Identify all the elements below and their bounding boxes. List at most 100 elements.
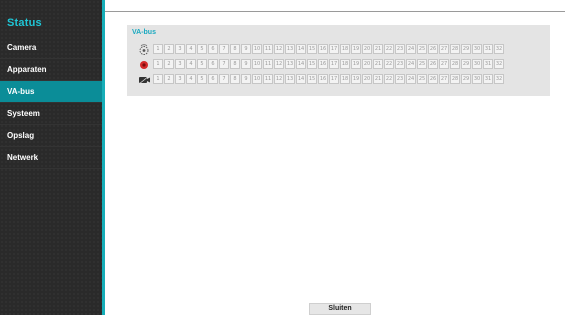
channel-cell: 15 [307, 74, 317, 84]
channel-cell: 27 [439, 74, 449, 84]
channel-cell: 20 [362, 59, 372, 69]
sidebar-item-camera[interactable]: Camera [0, 37, 102, 59]
channel-cell: 10 [252, 59, 262, 69]
channel-cell: 23 [395, 74, 405, 84]
panel-title: VA-bus [132, 29, 156, 36]
channel-cell: 32 [494, 74, 504, 84]
channel-cell: 24 [406, 44, 416, 54]
channel-cell: 23 [395, 59, 405, 69]
channel-cell: 14 [296, 44, 306, 54]
channel-cell: 13 [285, 44, 295, 54]
sidebar-item-systeem[interactable]: Systeem [0, 103, 102, 125]
channel-cell: 20 [362, 44, 372, 54]
channel-row-alarm: 1 2 3 4 5 6 7 8 9 10 11 12 13 14 15 16 17 18 19 20 21 22 23 24 2… [137, 58, 505, 70]
channel-cell: 25 [417, 74, 427, 84]
channel-cell: 7 [219, 59, 229, 69]
sidebar: Status Camera Apparaten VA-bus Systeem O… [0, 0, 105, 315]
channel-cell: 11 [263, 74, 273, 84]
channel-cell: 3 [175, 74, 185, 84]
channel-cell: 28 [450, 44, 460, 54]
channel-cell: 6 [208, 44, 218, 54]
channel-cell: 22 [384, 59, 394, 69]
channel-cell: 12 [274, 44, 284, 54]
channel-cell: 25 [417, 44, 427, 54]
sidebar-item-opslag[interactable]: Opslag [0, 125, 102, 147]
channel-cell: 4 [186, 44, 196, 54]
channel-cell: 15 [307, 44, 317, 54]
channel-cell: 12 [274, 59, 284, 69]
channel-cell: 20 [362, 74, 372, 84]
channel-cell: 9 [241, 59, 251, 69]
channel-cells: 1 2 3 4 5 6 7 8 9 10 11 12 13 14 15 16 17 18 19 20 21 22 23 24 2… [153, 44, 505, 54]
channel-cell: 3 [175, 59, 185, 69]
channel-cell: 2 [164, 59, 174, 69]
channel-row-motion: 1 2 3 4 5 6 7 8 9 10 11 12 13 14 15 16 17 18 19 20 21 22 23 24 2… [137, 43, 505, 55]
channel-cell: 9 [241, 74, 251, 84]
channel-cell: 18 [340, 59, 350, 69]
channel-cell: 1 [153, 44, 163, 54]
channel-cell: 23 [395, 44, 405, 54]
channel-cell: 15 [307, 59, 317, 69]
va-bus-panel: VA-bus 1 2 3 4 5 6 7 8 9 10 11 12 13 14 15 16 17 18 19 20 21… [127, 25, 550, 96]
channel-row-video-loss: 1 2 3 4 5 6 7 8 9 10 11 12 13 14 15 16 17 18 19 20 21 22 23 24 2… [137, 73, 505, 85]
channel-cell: 29 [461, 74, 471, 84]
channel-cell: 8 [230, 74, 240, 84]
channel-cell: 32 [494, 44, 504, 54]
channel-cell: 17 [329, 59, 339, 69]
channel-cell: 27 [439, 44, 449, 54]
channel-cell: 12 [274, 74, 284, 84]
channel-cell: 9 [241, 44, 251, 54]
channel-cell: 4 [186, 59, 196, 69]
channel-cell: 1 [153, 59, 163, 69]
channel-cell: 32 [494, 59, 504, 69]
channel-cell: 16 [318, 59, 328, 69]
header-divider [105, 11, 565, 12]
channel-cell: 10 [252, 74, 262, 84]
channel-cell: 21 [373, 59, 383, 69]
channel-cell: 26 [428, 74, 438, 84]
channel-cell: 13 [285, 74, 295, 84]
channel-cell: 16 [318, 74, 328, 84]
sidebar-item-netwerk[interactable]: Netwerk [0, 147, 102, 169]
channel-cell: 17 [329, 44, 339, 54]
channel-cells: 1 2 3 4 5 6 7 8 9 10 11 12 13 14 15 16 17 18 19 20 21 22 23 24 2… [153, 59, 505, 69]
channel-cell: 22 [384, 74, 394, 84]
channel-cell: 29 [461, 44, 471, 54]
channel-cell: 28 [450, 59, 460, 69]
close-button[interactable]: Sluiten [309, 303, 371, 315]
channel-cell: 24 [406, 74, 416, 84]
channel-cell: 5 [197, 74, 207, 84]
channel-cell: 6 [208, 59, 218, 69]
channel-cell: 24 [406, 59, 416, 69]
channel-cell: 31 [483, 59, 493, 69]
channel-cell: 21 [373, 44, 383, 54]
channel-cell: 25 [417, 59, 427, 69]
video-loss-icon [137, 73, 151, 85]
alarm-in-icon [137, 58, 151, 70]
sidebar-item-va-bus[interactable]: VA-bus [0, 81, 102, 103]
channel-cell: 31 [483, 74, 493, 84]
channel-cell: 19 [351, 44, 361, 54]
channel-cell: 13 [285, 59, 295, 69]
channel-cell: 14 [296, 59, 306, 69]
channel-cell: 1 [153, 74, 163, 84]
channel-cell: 2 [164, 44, 174, 54]
channel-cell: 10 [252, 44, 262, 54]
channel-cell: 4 [186, 74, 196, 84]
channel-cell: 21 [373, 74, 383, 84]
channel-cell: 5 [197, 44, 207, 54]
channel-cell: 18 [340, 44, 350, 54]
channel-cell: 8 [230, 59, 240, 69]
sidebar-nav: Camera Apparaten VA-bus Systeem Opslag N… [0, 37, 102, 169]
motion-sensor-icon [137, 43, 151, 55]
channel-cell: 19 [351, 59, 361, 69]
channel-cell: 30 [472, 44, 482, 54]
channel-cell: 28 [450, 74, 460, 84]
channel-cell: 7 [219, 74, 229, 84]
sidebar-item-apparaten[interactable]: Apparaten [0, 59, 102, 81]
channel-cell: 18 [340, 74, 350, 84]
channel-cell: 7 [219, 44, 229, 54]
channel-cell: 27 [439, 59, 449, 69]
channel-cell: 11 [263, 44, 273, 54]
channel-cell: 29 [461, 59, 471, 69]
